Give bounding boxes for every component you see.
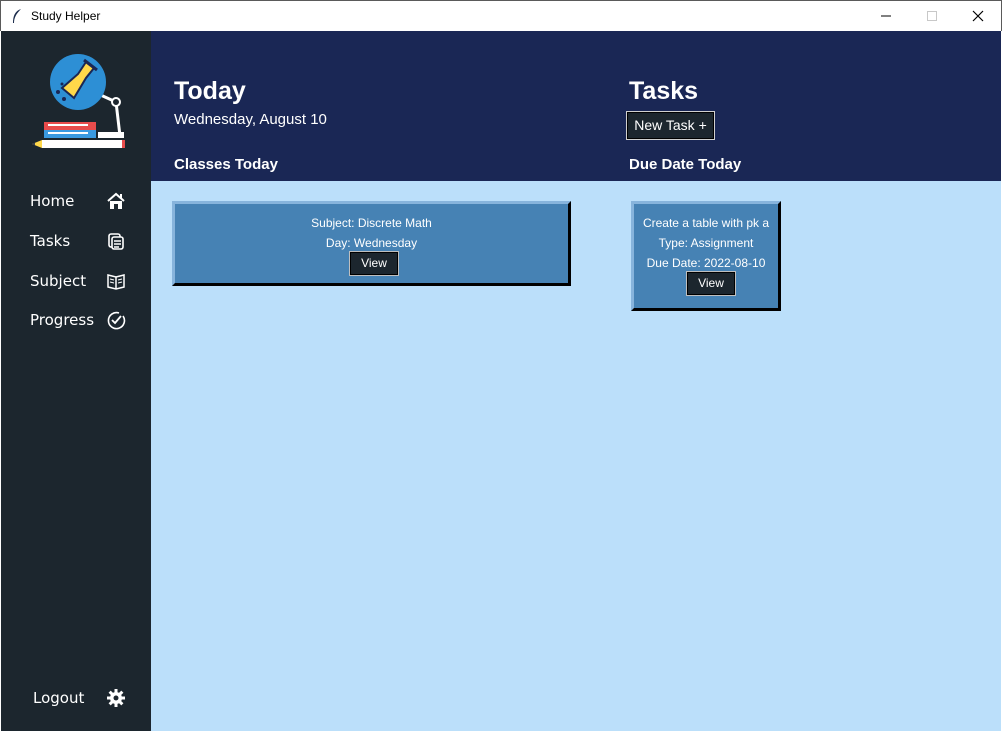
close-icon	[972, 10, 984, 22]
window-title: Study Helper	[31, 9, 101, 23]
sidebar-item-label: Home	[30, 192, 75, 210]
task-due-date: Due Date: 2022-08-10	[646, 256, 766, 270]
sidebar-item-label: Progress	[30, 311, 95, 329]
book-icon	[107, 274, 125, 290]
app-root: Home Tasks Subject Progress Logout Today…	[1, 31, 1001, 731]
home-icon	[107, 192, 125, 209]
gear-icon	[107, 689, 125, 707]
feather-icon	[13, 9, 21, 23]
sidebar-item-subject[interactable]: Subject	[30, 269, 140, 295]
main-content: Subject: Discrete Math Day: Wednesday Vi…	[151, 181, 1001, 731]
task-card: Create a table with pk a Type: Assignmen…	[631, 201, 781, 311]
logout-button[interactable]: Logout	[33, 686, 143, 712]
class-day: Day: Wednesday	[325, 236, 418, 250]
task-type: Type: Assignment	[658, 236, 754, 250]
maximize-icon	[927, 11, 937, 21]
tasks-icon	[108, 233, 124, 250]
task-view-button[interactable]: View	[686, 271, 736, 296]
today-title: Today	[174, 77, 246, 105]
check-circle-icon	[107, 311, 126, 330]
logout-label: Logout	[33, 689, 85, 707]
sidebar-item-tasks[interactable]: Tasks	[30, 229, 140, 255]
window-titlebar: Study Helper	[0, 0, 1002, 31]
due-today-heading: Due Date Today	[629, 156, 742, 173]
sidebar-item-label: Subject	[30, 272, 87, 290]
new-task-button[interactable]: New Task +	[626, 111, 715, 140]
study-logo-icon	[32, 54, 125, 148]
current-date: Wednesday, August 10	[174, 111, 327, 128]
class-view-button[interactable]: View	[349, 251, 399, 276]
sidebar-item-progress[interactable]: Progress	[30, 308, 140, 334]
close-button[interactable]	[955, 1, 1001, 31]
classes-heading: Classes Today	[174, 156, 278, 173]
sidebar-item-label: Tasks	[30, 232, 71, 250]
minimize-button[interactable]	[863, 1, 909, 31]
header: Today Wednesday, August 10 Classes Today…	[151, 31, 1001, 181]
sidebar-item-home[interactable]: Home	[30, 189, 140, 215]
class-subject: Subject: Discrete Math	[311, 216, 432, 230]
maximize-button[interactable]	[909, 1, 955, 31]
task-title: Create a table with pk a	[642, 216, 770, 230]
minimize-icon	[881, 15, 891, 17]
sidebar: Home Tasks Subject Progress Logout	[1, 31, 151, 731]
tasks-title: Tasks	[629, 77, 699, 105]
class-card: Subject: Discrete Math Day: Wednesday Vi…	[172, 201, 571, 286]
